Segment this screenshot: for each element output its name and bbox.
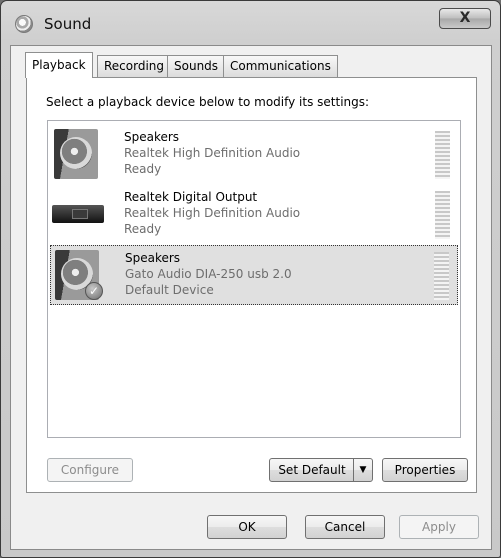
device-item-speakers-realtek[interactable]: Speakers Realtek High Definition Audio R… (50, 125, 458, 185)
device-item-digital-output[interactable]: Realtek Digital Output Realtek High Defi… (50, 185, 458, 245)
cancel-button[interactable]: Cancel (305, 515, 385, 539)
title-bar[interactable]: Sound X (1, 1, 500, 45)
speaker-device-icon (54, 129, 102, 181)
tab-recording[interactable]: Recording (97, 55, 172, 77)
properties-button[interactable]: Properties (382, 458, 468, 482)
device-driver: Realtek High Definition Audio (124, 206, 301, 220)
device-status: Ready (124, 222, 162, 236)
tab-playback[interactable]: Playback (25, 52, 93, 78)
tab-sounds[interactable]: Sounds (167, 55, 226, 77)
default-check-icon: ✓ (85, 282, 103, 300)
device-name: Speakers (124, 130, 180, 144)
digital-output-icon (52, 189, 104, 241)
playback-panel: Select a playback device below to modify… (26, 77, 477, 493)
device-list[interactable]: Speakers Realtek High Definition Audio R… (47, 120, 461, 438)
instruction-text: Select a playback device below to modify… (46, 95, 370, 109)
device-driver: Realtek High Definition Audio (124, 146, 301, 160)
tab-communications[interactable]: Communications (223, 55, 338, 77)
apply-button[interactable]: Apply (399, 515, 479, 539)
device-status: Ready (124, 162, 162, 176)
device-driver: Gato Audio DIA-250 usb 2.0 (125, 267, 292, 281)
set-default-label: Set Default (278, 463, 346, 477)
set-default-split-button[interactable]: Set Default ▼ (269, 458, 373, 482)
volume-meter (435, 191, 450, 239)
speaker-icon (15, 15, 33, 33)
configure-button[interactable]: Configure (47, 458, 133, 482)
device-status: Default Device (125, 283, 214, 297)
device-name: Speakers (125, 251, 181, 265)
sound-dialog: Sound X Playback Recording Sounds Commun… (0, 0, 501, 558)
speaker-device-icon: ✓ (55, 250, 103, 302)
ok-button[interactable]: OK (207, 515, 287, 539)
dropdown-arrow-icon[interactable]: ▼ (353, 459, 372, 481)
dialog-client-area: Playback Recording Sounds Communications… (10, 45, 492, 550)
device-name: Realtek Digital Output (124, 190, 258, 204)
window-title: Sound (44, 15, 92, 33)
volume-meter (434, 252, 449, 300)
volume-meter (435, 131, 450, 179)
device-item-speakers-gato[interactable]: ✓ Speakers Gato Audio DIA-250 usb 2.0 De… (50, 245, 458, 305)
close-button[interactable]: X (439, 8, 491, 29)
